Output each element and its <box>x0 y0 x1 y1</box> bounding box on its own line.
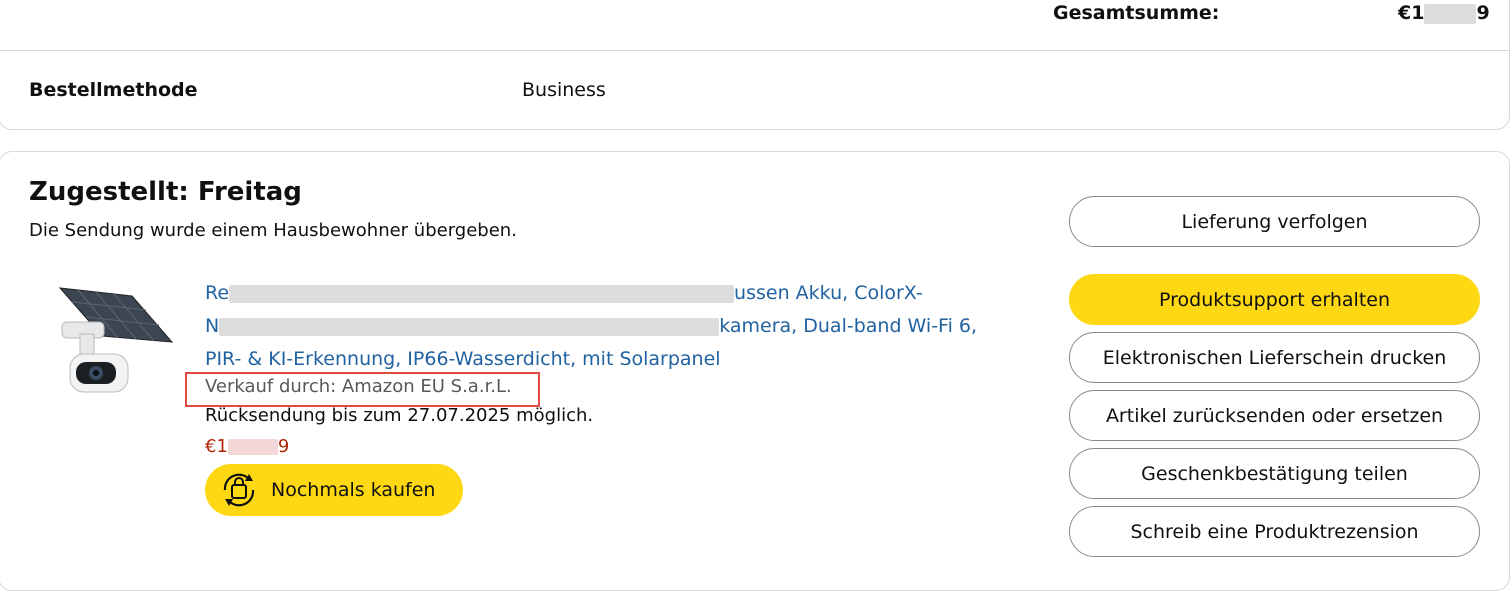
total-value-suffix: 9 <box>1476 2 1490 24</box>
redacted-block <box>219 317 720 336</box>
product-title-line-1: Re ussen Akku, ColorX- <box>205 282 923 304</box>
print-delivery-note-button[interactable]: Elektronischen Lieferschein drucken <box>1069 332 1480 383</box>
delivery-status-subtitle: Die Sendung wurde einem Hausbewohner übe… <box>29 220 517 241</box>
buy-again-button[interactable]: Nochmals kaufen <box>205 464 463 516</box>
delivery-status-title: Zugestellt: Freitag <box>29 177 302 207</box>
share-gift-receipt-button[interactable]: Geschenkbestätigung teilen <box>1069 448 1480 499</box>
divider <box>0 50 1510 51</box>
buy-again-label: Nochmals kaufen <box>271 479 436 501</box>
total-row: Gesamtsumme: €1 9 <box>0 0 1512 50</box>
solar-camera-icon <box>58 287 174 393</box>
redacted-block <box>227 439 278 455</box>
product-title-line-2: Nkamera, Dual-band Wi-Fi 6, <box>205 315 978 337</box>
product-price: €1 9 <box>205 436 290 457</box>
order-method-label: Bestellmethode <box>29 79 198 101</box>
product-title-link[interactable]: Re ussen Akku, ColorX- Nkamera, Dual-band… <box>205 277 1005 376</box>
write-review-button[interactable]: Schreib eine Produktrezension <box>1069 506 1480 557</box>
total-value: €1 9 <box>1398 2 1490 24</box>
redacted-block <box>229 284 735 303</box>
order-method-value: Business <box>522 79 606 101</box>
track-delivery-button[interactable]: Lieferung verfolgen <box>1069 196 1480 247</box>
product-support-button[interactable]: Produktsupport erhalten <box>1069 274 1480 325</box>
return-deadline: Rücksendung bis zum 27.07.2025 möglich. <box>205 405 594 426</box>
product-image[interactable] <box>52 282 177 402</box>
return-replace-button[interactable]: Artikel zurücksenden oder ersetzen <box>1069 390 1480 441</box>
seller-info: Verkauf durch: Amazon EU S.a.r.L. <box>205 376 512 397</box>
buy-again-icon <box>223 473 255 507</box>
total-value-prefix: €1 <box>1398 2 1425 24</box>
total-label: Gesamtsumme: <box>1053 2 1220 24</box>
redacted-block <box>1424 3 1477 24</box>
